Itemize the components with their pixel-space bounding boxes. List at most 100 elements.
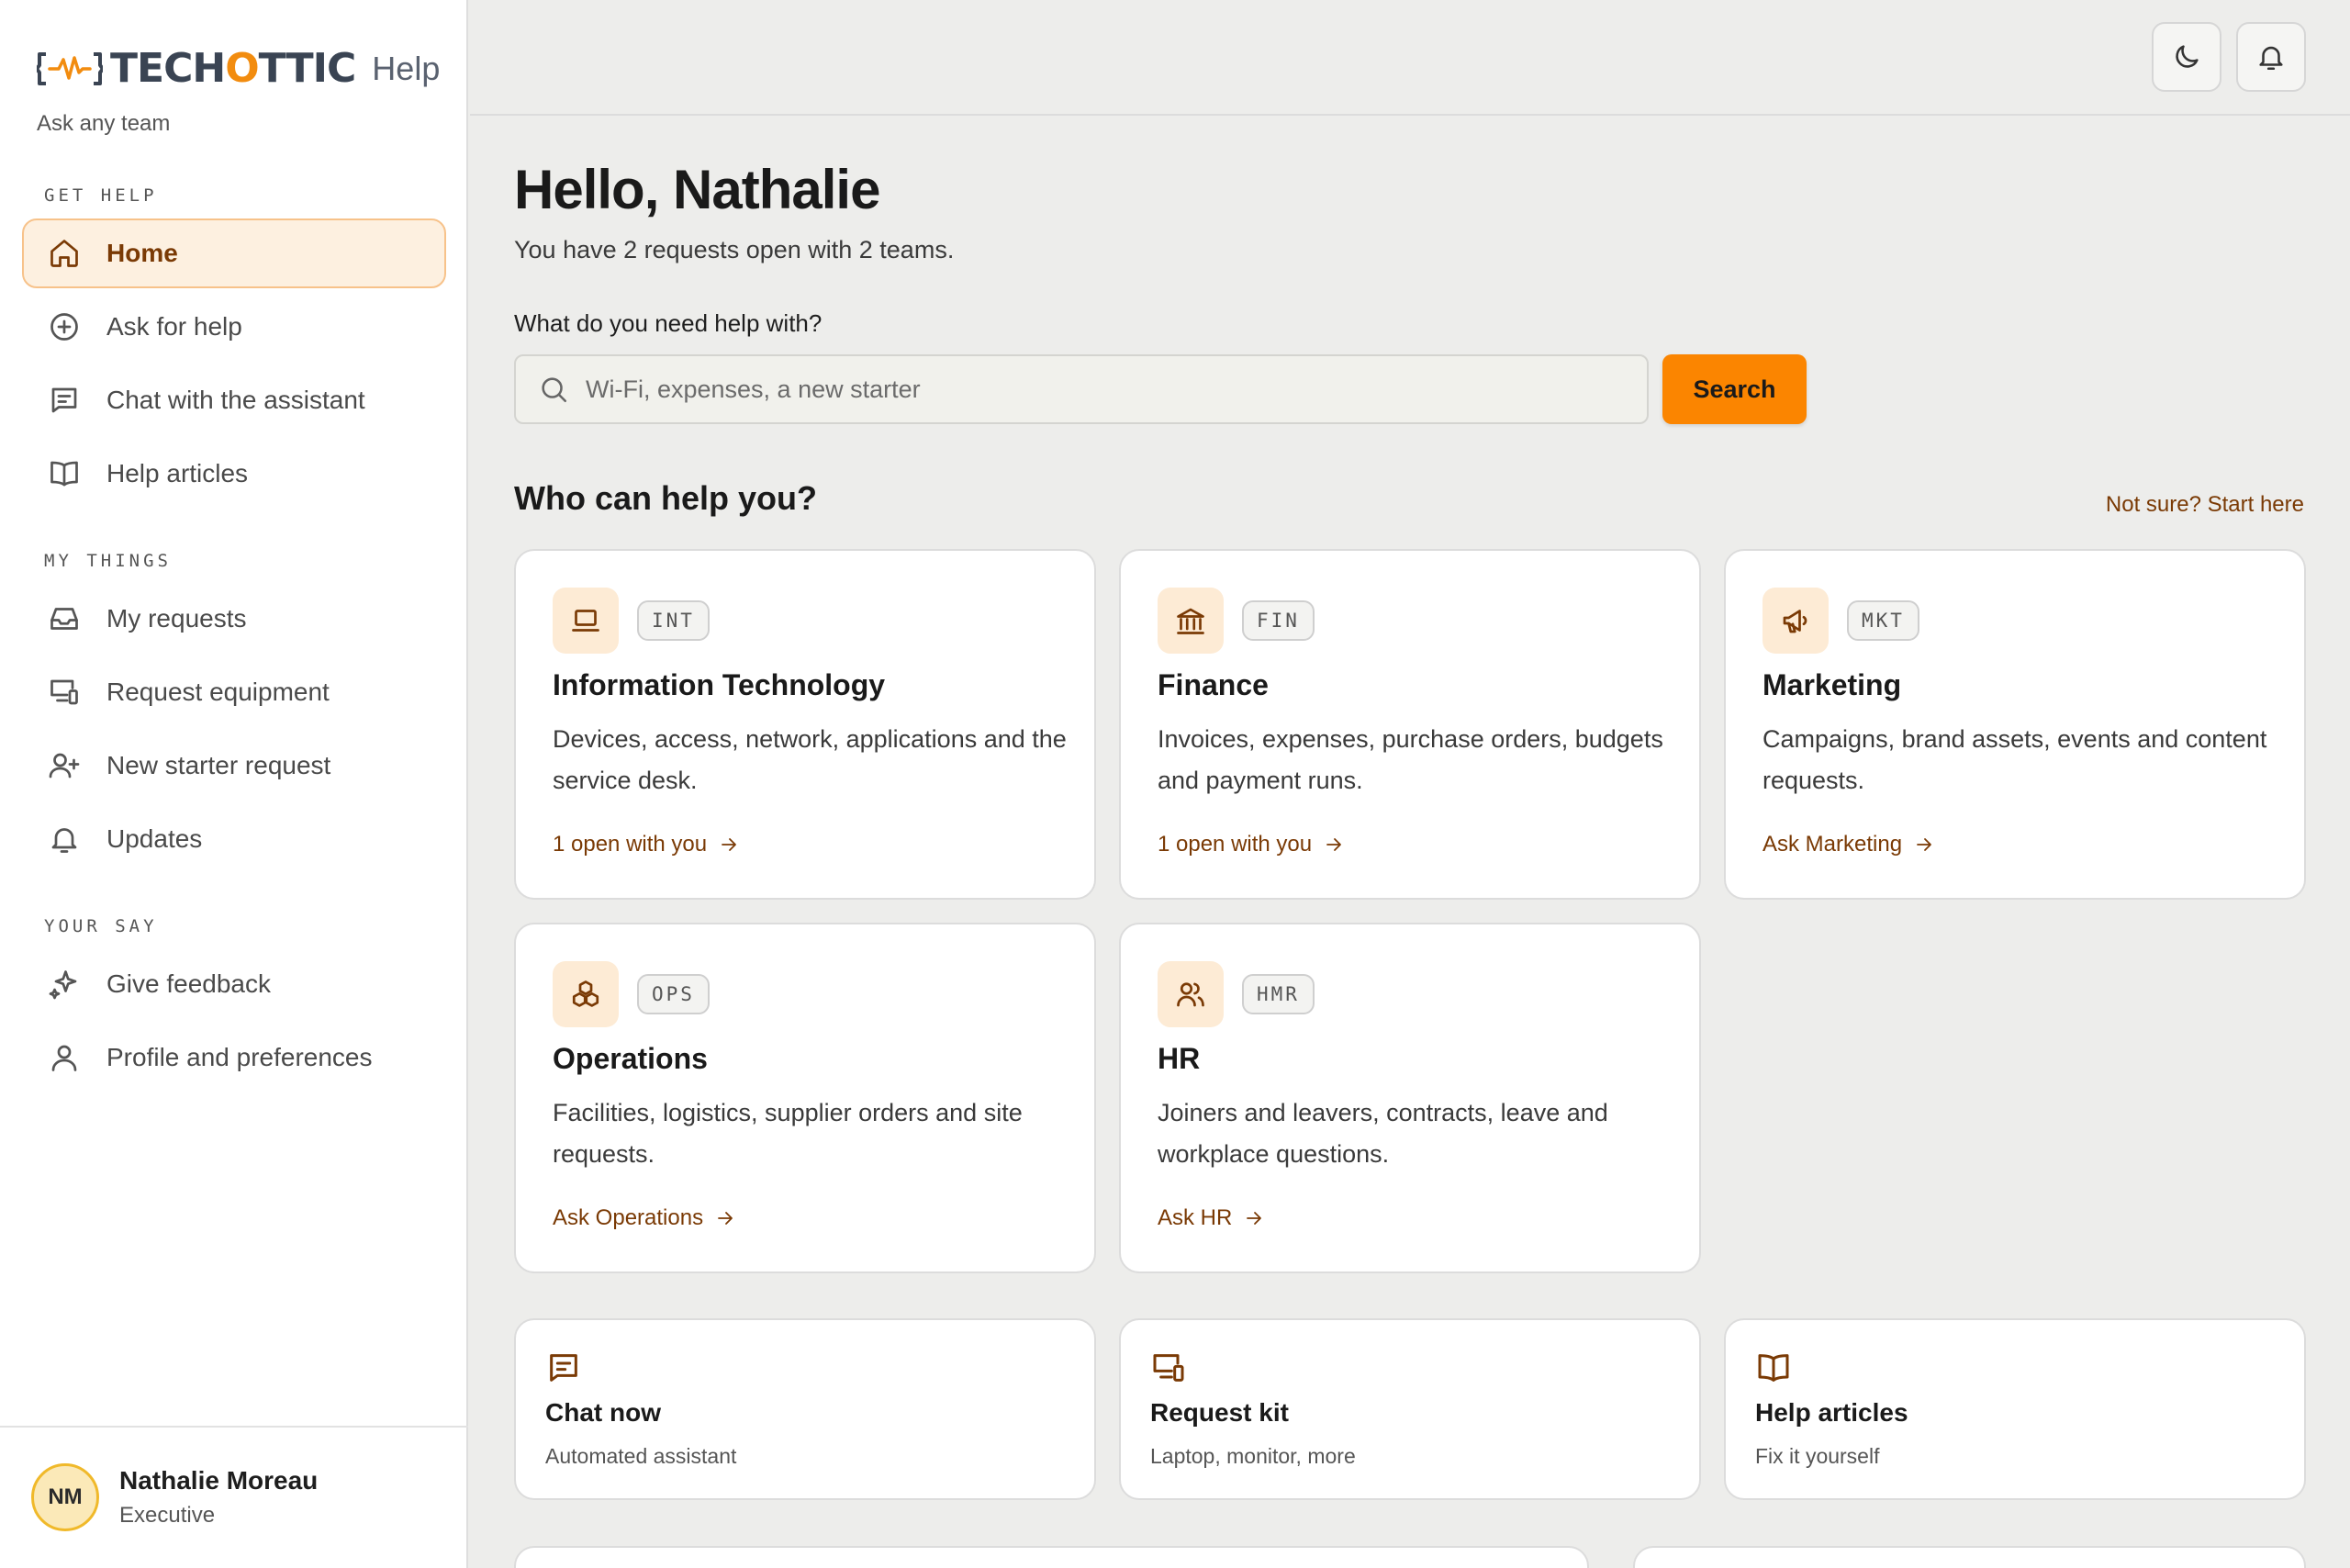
bottom-card[interactable] [1633,1546,2306,1568]
user-profile[interactable]: NM Nathalie Moreau Executive [31,1463,318,1531]
book-icon [1758,1354,1789,1382]
team-card-it[interactable]: INT Information Technology Devices, acce… [514,549,1096,900]
moon-icon [2176,45,2199,68]
sidebar-item-label: New starter request [106,751,331,779]
user-role: Executive [119,1503,216,1528]
notifications-button[interactable] [2236,22,2306,92]
team-name: Operations [553,1042,708,1075]
team-card-finance[interactable]: FIN Finance Invoices, expenses, purchase… [1119,549,1701,900]
search-field[interactable] [514,354,1649,424]
sidebar-item-label: Profile and preferences [106,1043,373,1071]
sparkle-icon [49,970,77,1000]
logo-brackets-icon [37,52,103,85]
sidebar-item-label: Give feedback [106,969,271,998]
sidebar-item-my-requests[interactable]: My requests [22,584,446,654]
team-icon [553,588,619,654]
logo-part-accent: O [225,45,259,92]
team-name: Finance [1158,668,1269,701]
search-label: What do you need help with? [514,309,822,337]
bank-icon [1177,608,1204,634]
team-icon [1158,961,1224,1027]
team-link[interactable]: Ask Operations [553,1205,736,1231]
section-label-get-help: GET HELP [44,185,158,206]
sidebar-item-label: Home [106,239,178,267]
team-link[interactable]: Ask HR [1158,1205,1265,1231]
team-card-operations[interactable]: OPS Operations Facilities, logistics, su… [514,923,1096,1273]
users-icon [1177,982,1204,1007]
team-code-badge: INT [637,600,710,641]
sidebar-item-ask-for-help[interactable]: Ask for help [22,292,446,362]
avatar: NM [31,1463,99,1531]
search-icon [542,377,567,403]
team-link[interactable]: 1 open with you [553,832,740,857]
sidebar-item-label: Request equipment [106,678,330,706]
bell-icon [51,828,77,853]
not-sure-link[interactable]: Not sure? Start here [2106,492,2304,518]
sidebar-item-help-articles[interactable]: Help articles [22,439,446,509]
quick-card-title: Request kit [1150,1398,1289,1427]
section-label-your-say: YOUR SAY [44,916,158,936]
quick-card-help-articles[interactable]: Help articles Fix it yourself [1724,1318,2306,1500]
quick-card-subtitle: Fix it yourself [1755,1444,1880,1468]
section-title-who-can-help: Who can help you? [514,479,817,517]
quick-card-request-kit[interactable]: Request kit Laptop, monitor, more [1119,1318,1701,1500]
sidebar-item-label: Chat with the assistant [106,386,365,414]
team-link-label: 1 open with you [553,832,708,857]
arrow-right-icon [1917,838,1931,851]
sidebar-item-label: Updates [106,824,203,853]
bell-icon [2259,46,2283,71]
team-icon [553,961,619,1027]
team-link[interactable]: 1 open with you [1158,832,1345,857]
sidebar-item-request-equipment[interactable]: Request equipment [22,657,446,727]
quick-card-title: Chat now [545,1398,661,1427]
search-button[interactable]: Search [1662,354,1807,424]
arrow-right-icon [1326,838,1342,851]
page-title: Hello, Nathalie [514,159,880,220]
sidebar-item-profile[interactable]: Profile and preferences [22,1023,446,1092]
search-input[interactable] [586,375,1595,404]
book-icon [50,461,78,487]
sidebar-item-chat-assistant[interactable]: Chat with the assistant [22,365,446,435]
sidebar-item-home[interactable]: Home [22,218,446,288]
sidebar-item-new-starter[interactable]: New starter request [22,731,446,801]
team-description: Facilities, logistics, supplier orders a… [553,1099,1023,1168]
quick-card-chat-now[interactable]: Chat now Automated assistant [514,1318,1096,1500]
devices-icon [1153,1354,1184,1382]
sidebar-item-give-feedback[interactable]: Give feedback [22,949,446,1019]
bottom-card[interactable] [514,1546,1589,1568]
logo[interactable]: TECHOTTIC Help [37,46,440,92]
team-code-badge: OPS [637,974,710,1014]
team-card-marketing[interactable]: MKT Marketing Campaigns, brand assets, e… [1724,549,2306,900]
team-link[interactable]: Ask Marketing [1762,832,1935,857]
tagline: Ask any team [37,111,171,136]
plus-circle-icon [50,313,78,341]
team-card-hr[interactable]: HMR HR Joiners and leavers, contracts, l… [1119,923,1701,1273]
team-link-label: Ask HR [1158,1205,1233,1230]
quick-card-subtitle: Automated assistant [545,1444,737,1468]
chat-icon [51,387,77,413]
quick-card-subtitle: Laptop, monitor, more [1150,1444,1356,1468]
logo-part: TECH [110,45,226,92]
team-name: HR [1158,1042,1201,1075]
chat-icon [550,1354,577,1382]
section-label-my-things: MY THINGS [44,551,172,571]
theme-toggle-button[interactable] [2152,22,2221,92]
home-icon [50,240,78,267]
arrow-right-icon [722,838,737,851]
megaphone-icon [1783,610,1807,633]
team-name: Marketing [1762,668,1902,701]
topbar [470,0,2350,116]
team-description: Devices, access, network, applications a… [553,725,1067,794]
team-code-badge: FIN [1242,600,1315,641]
team-link-label: 1 open with you [1158,832,1313,857]
sidebar-item-updates[interactable]: Updates [22,804,446,874]
team-name: Information Technology [553,668,886,701]
logo-help-word: Help [372,50,441,87]
team-description: Campaigns, brand assets, events and cont… [1762,725,2267,794]
arrow-right-icon [718,1212,733,1225]
team-description: Invoices, expenses, purchase orders, bud… [1158,725,1663,794]
user-icon [51,1045,77,1071]
inbox-icon [50,608,78,630]
team-link-label: Ask Marketing [1762,832,1903,857]
sidebar-item-label: My requests [106,604,247,633]
